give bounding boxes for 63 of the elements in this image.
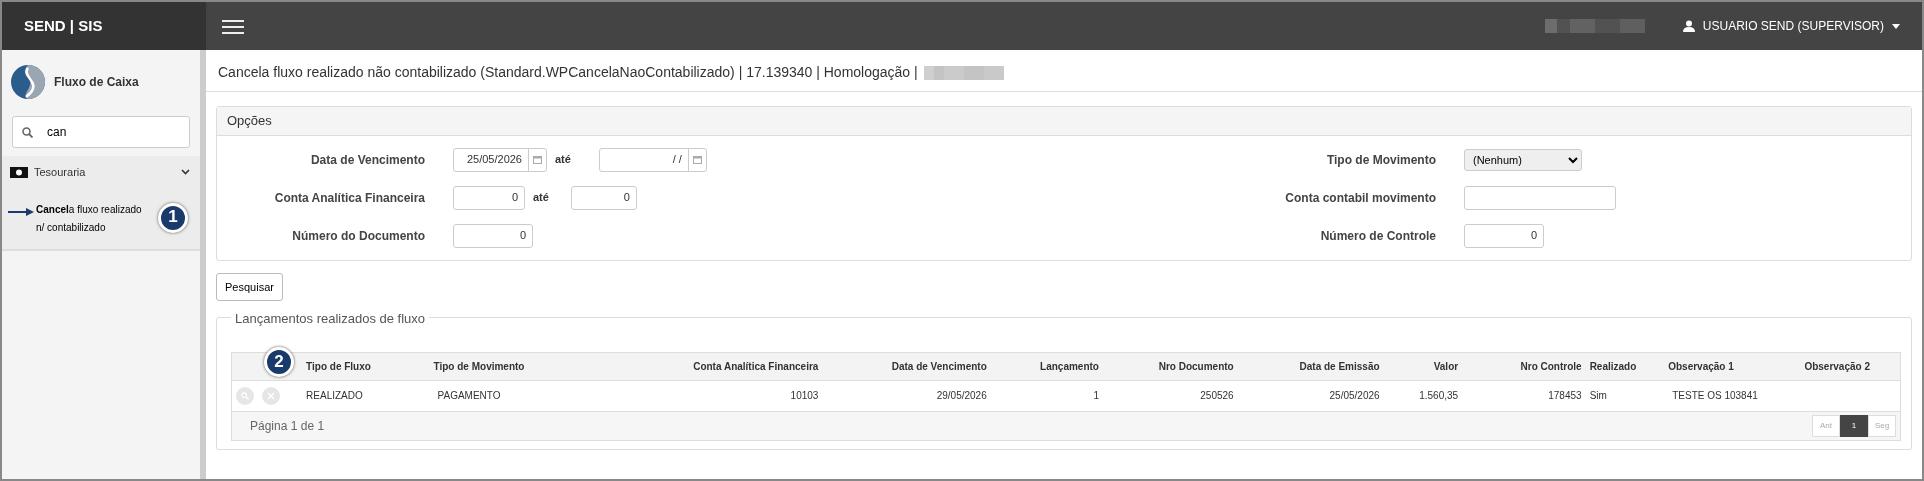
field-label: Data de Vencimento (309, 151, 426, 169)
text-field[interactable] (1464, 185, 1616, 210)
field-label: Tipo de Movimento (1325, 151, 1437, 169)
column-header: Data de Vencimento (822, 352, 991, 380)
table-cell: REALIZADO (306, 390, 363, 401)
table-cell: 1 (1093, 390, 1099, 401)
search-button[interactable]: Pesquisar (216, 272, 283, 301)
column-header: Nro Controle (1462, 352, 1586, 380)
money-icon (10, 166, 28, 178)
user-menu[interactable]: USUARIO SEND (SUPERVISOR) (1682, 17, 1900, 35)
table-cell: 29/05/2026 (936, 390, 987, 401)
field-label: Número do Documento (291, 227, 426, 245)
pager-button[interactable]: 1 (1840, 414, 1868, 437)
column-header: Observação 1 (1664, 352, 1788, 380)
column-header: Tipo de Fluxo (306, 352, 430, 380)
search-field[interactable]: can (12, 116, 190, 148)
table-cell: 1.560,35 (1419, 390, 1459, 401)
page-title: Cancela fluxo realizado não contabilizado (Standard.WPCancelaNaoContabilizado) | 17.139340 | Homologação | (218, 63, 918, 82)
field-label: Número de Controle (1319, 227, 1437, 245)
table-cell: PAGAMENTO (437, 390, 501, 401)
view-button[interactable] (236, 386, 254, 405)
close-icon (267, 391, 275, 400)
number-field[interactable]: 0 (570, 185, 637, 210)
number-field[interactable]: 0 (453, 223, 533, 248)
column-header: Realizado (1585, 352, 1665, 380)
logo-icon (10, 64, 46, 100)
column-header: Data de Emissão (1237, 352, 1384, 380)
table-cell: 25/05/2026 (1329, 390, 1380, 401)
column-header: Lançamento (990, 352, 1103, 380)
search-icon (241, 391, 249, 400)
field-label: Conta contabil movimento (1284, 189, 1437, 207)
caret-icon (1892, 23, 1900, 29)
annotation-arrow (8, 206, 34, 217)
table-cell: TESTE OS 103841 (1672, 390, 1758, 401)
select-field[interactable]: (Nenhum) (1464, 148, 1582, 171)
column-header: Observação 2 (1787, 352, 1900, 380)
menu-group[interactable]: Tesouraria (10, 164, 190, 181)
column-header: Nro Documento (1103, 352, 1238, 380)
date-field[interactable]: / / (598, 147, 707, 172)
panel-title: Opções (217, 107, 1911, 136)
range-label: até (533, 190, 549, 206)
column-header: Tipo de Movimento (429, 352, 621, 380)
number-field[interactable]: 0 (453, 185, 525, 210)
callout-badge: 1 (158, 202, 188, 233)
number-field[interactable]: 0 (1464, 223, 1544, 248)
calendar-icon (533, 155, 542, 164)
table-cell: 10103 (790, 390, 819, 401)
calendar-icon (692, 155, 702, 164)
menu-icon (222, 18, 244, 35)
user-icon (1682, 20, 1695, 32)
table-cell: 250526 (1200, 390, 1234, 401)
column-header: Conta Analítica Financeira (620, 352, 823, 380)
table-cell: Sim (1589, 390, 1607, 401)
column-header: Valor (1383, 352, 1463, 380)
date-field[interactable]: 25/05/2026 (453, 147, 547, 172)
brand-name: SEND | SIS (24, 15, 103, 36)
field-label: Conta Analítica Financeira (273, 189, 426, 207)
menu-item[interactable]: Cancela fluxo realizado n/ contabilizado (36, 200, 150, 237)
module-title: Fluxo de Caixa (54, 74, 139, 91)
range-label: até (555, 152, 571, 168)
delete-button[interactable] (262, 386, 280, 405)
page-info: Página 1 de 1 (250, 417, 325, 435)
table-cell: 178453 (1548, 390, 1582, 401)
